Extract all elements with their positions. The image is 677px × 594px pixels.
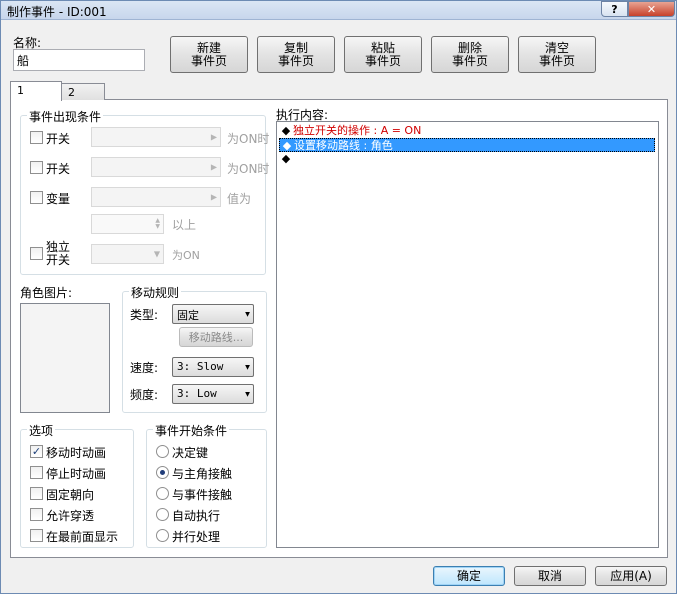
name-input[interactable]: 船 xyxy=(13,49,145,71)
option-checkbox[interactable] xyxy=(30,466,43,479)
frequency-label: 频度: xyxy=(130,388,159,402)
event-editor-window: 制作事件 - ID:001 ? ✕ 名称: 船 新建 事件页 复制 事件页 粘贴… xyxy=(0,0,677,594)
title-bar: 制作事件 - ID:001 ? ✕ xyxy=(1,1,676,20)
trigger-label: 与事件接触 xyxy=(172,488,233,502)
chevron-down-icon: ▼ xyxy=(245,362,250,372)
move-type-select[interactable]: 固定 ▼ xyxy=(172,304,254,324)
switch1-suffix: 为ON时 xyxy=(227,132,270,146)
diamond-bullet-icon: ◆ xyxy=(281,124,291,137)
trigger-group: 事件开始条件 决定键与主角接触与事件接触自动执行并行处理 xyxy=(146,422,267,548)
trigger-radio[interactable] xyxy=(156,466,169,479)
conditions-title: 事件出现条件 xyxy=(27,108,104,125)
option-label: 允许穿透 xyxy=(46,509,95,523)
move-type-label: 类型: xyxy=(130,308,159,322)
dropdown-arrow-icon: ▶ xyxy=(210,162,217,172)
speed-select[interactable]: 3: Slow ▼ xyxy=(172,357,254,377)
switch2-dropdown[interactable]: ▶ xyxy=(91,157,221,177)
switch1-label: 开关 xyxy=(46,132,71,146)
trigger-label: 并行处理 xyxy=(172,530,221,544)
graphic-title: 角色图片: xyxy=(20,286,73,300)
trigger-title: 事件开始条件 xyxy=(153,422,230,439)
option-checkbox[interactable] xyxy=(30,487,43,500)
variable-value-spinner[interactable]: ▲ ▼ xyxy=(91,214,164,234)
cancel-button[interactable]: 取消 xyxy=(514,566,586,586)
diamond-bullet-icon: ◆ xyxy=(281,152,291,165)
variable-suffix: 值为 xyxy=(227,192,252,206)
paste-page-button[interactable]: 粘贴 事件页 xyxy=(344,36,422,73)
conditions-group: 事件出现条件 开关 ▶ 为ON时 开关 ▶ 为ON时 变量 ▶ 值为 ▲ ▼ 以上… xyxy=(20,108,270,275)
character-graphic-box[interactable] xyxy=(20,303,110,413)
trigger-radio[interactable] xyxy=(156,445,169,458)
trigger-radio[interactable] xyxy=(156,487,169,500)
option-checkbox[interactable] xyxy=(30,529,43,542)
speed-label: 速度: xyxy=(130,361,159,375)
chevron-down-icon: ▼ xyxy=(245,309,250,319)
switch2-label: 开关 xyxy=(46,162,71,176)
help-button[interactable]: ? xyxy=(601,1,628,17)
self-switch-suffix: 为ON xyxy=(172,249,200,262)
close-button[interactable]: ✕ xyxy=(628,1,675,17)
spinner-arrows-icon: ▲ ▼ xyxy=(155,217,160,230)
page-panel: 事件出现条件 开关 ▶ 为ON时 开关 ▶ 为ON时 变量 ▶ 值为 ▲ ▼ 以上… xyxy=(10,99,668,558)
clear-page-button[interactable]: 清空 事件页 xyxy=(518,36,596,73)
window-title: 制作事件 - ID:001 xyxy=(7,5,107,19)
switch1-dropdown[interactable]: ▶ xyxy=(91,127,221,147)
apply-button[interactable]: 应用(A) xyxy=(595,566,667,586)
speed-value: 3: Slow xyxy=(177,360,224,373)
trigger-label: 自动执行 xyxy=(172,509,221,523)
delete-page-button[interactable]: 删除 事件页 xyxy=(431,36,509,73)
self-switch-checkbox[interactable] xyxy=(30,247,43,260)
move-route-button[interactable]: 移动路线... xyxy=(179,327,253,347)
option-label: 停止时动画 xyxy=(46,467,107,481)
tab-page-2[interactable]: 2 xyxy=(61,83,105,100)
diamond-bullet-icon: ◆ xyxy=(282,139,292,152)
variable-above-label: 以上 xyxy=(172,218,197,232)
options-group: 选项 ✓ 移动时动画停止时动画固定朝向允许穿透在最前面显示 xyxy=(20,422,134,548)
variable-checkbox[interactable] xyxy=(30,191,43,204)
switch2-suffix: 为ON时 xyxy=(227,162,270,176)
new-page-button[interactable]: 新建 事件页 xyxy=(170,36,248,73)
option-checkbox[interactable] xyxy=(30,508,43,521)
command-list[interactable]: ◆ 独立开关的操作 : A = ON ◆ 设置移动路线 : 角色 ◆ xyxy=(276,121,659,548)
option-label: 移动时动画 xyxy=(46,446,107,460)
self-switch-dropdown[interactable]: ▼ xyxy=(91,244,164,264)
variable-label: 变量 xyxy=(46,192,71,206)
frequency-value: 3: Low xyxy=(177,387,217,400)
switch2-checkbox[interactable] xyxy=(30,161,43,174)
frequency-select[interactable]: 3: Low ▼ xyxy=(172,384,254,404)
dropdown-arrow-icon: ▶ xyxy=(210,132,217,142)
move-type-value: 固定 xyxy=(177,309,199,322)
copy-page-button[interactable]: 复制 事件页 xyxy=(257,36,335,73)
command-line[interactable]: ◆ 独立开关的操作 : A = ON xyxy=(279,124,655,138)
trigger-label: 与主角接触 xyxy=(172,467,233,481)
command-text: 设置移动路线 : 角色 xyxy=(294,139,393,152)
options-title: 选项 xyxy=(27,422,56,439)
movement-group: 移动规则 类型: 固定 ▼ 移动路线... 速度: 3: Slow ▼ 频度: 3:… xyxy=(122,284,267,413)
chevron-down-icon: ▼ xyxy=(153,249,160,259)
command-line[interactable]: ◆ 设置移动路线 : 角色 xyxy=(279,138,655,152)
option-label: 固定朝向 xyxy=(46,488,95,502)
dropdown-arrow-icon: ▶ xyxy=(210,192,217,202)
trigger-label: 决定键 xyxy=(172,446,209,460)
self-switch-label: 独立 开关 xyxy=(46,240,71,267)
trigger-radio[interactable] xyxy=(156,529,169,542)
tab-page-1[interactable]: 1 xyxy=(10,81,62,101)
chevron-down-icon: ▼ xyxy=(245,389,250,399)
ok-button[interactable]: 确定 xyxy=(433,566,505,586)
command-line[interactable]: ◆ xyxy=(279,152,655,166)
option-label: 在最前面显示 xyxy=(46,530,119,544)
option-checkbox[interactable]: ✓ xyxy=(30,445,43,458)
command-text: 独立开关的操作 : A = ON xyxy=(293,124,422,137)
switch1-checkbox[interactable] xyxy=(30,131,43,144)
variable-dropdown[interactable]: ▶ xyxy=(91,187,221,207)
movement-title: 移动规则 xyxy=(129,284,182,301)
trigger-radio[interactable] xyxy=(156,508,169,521)
